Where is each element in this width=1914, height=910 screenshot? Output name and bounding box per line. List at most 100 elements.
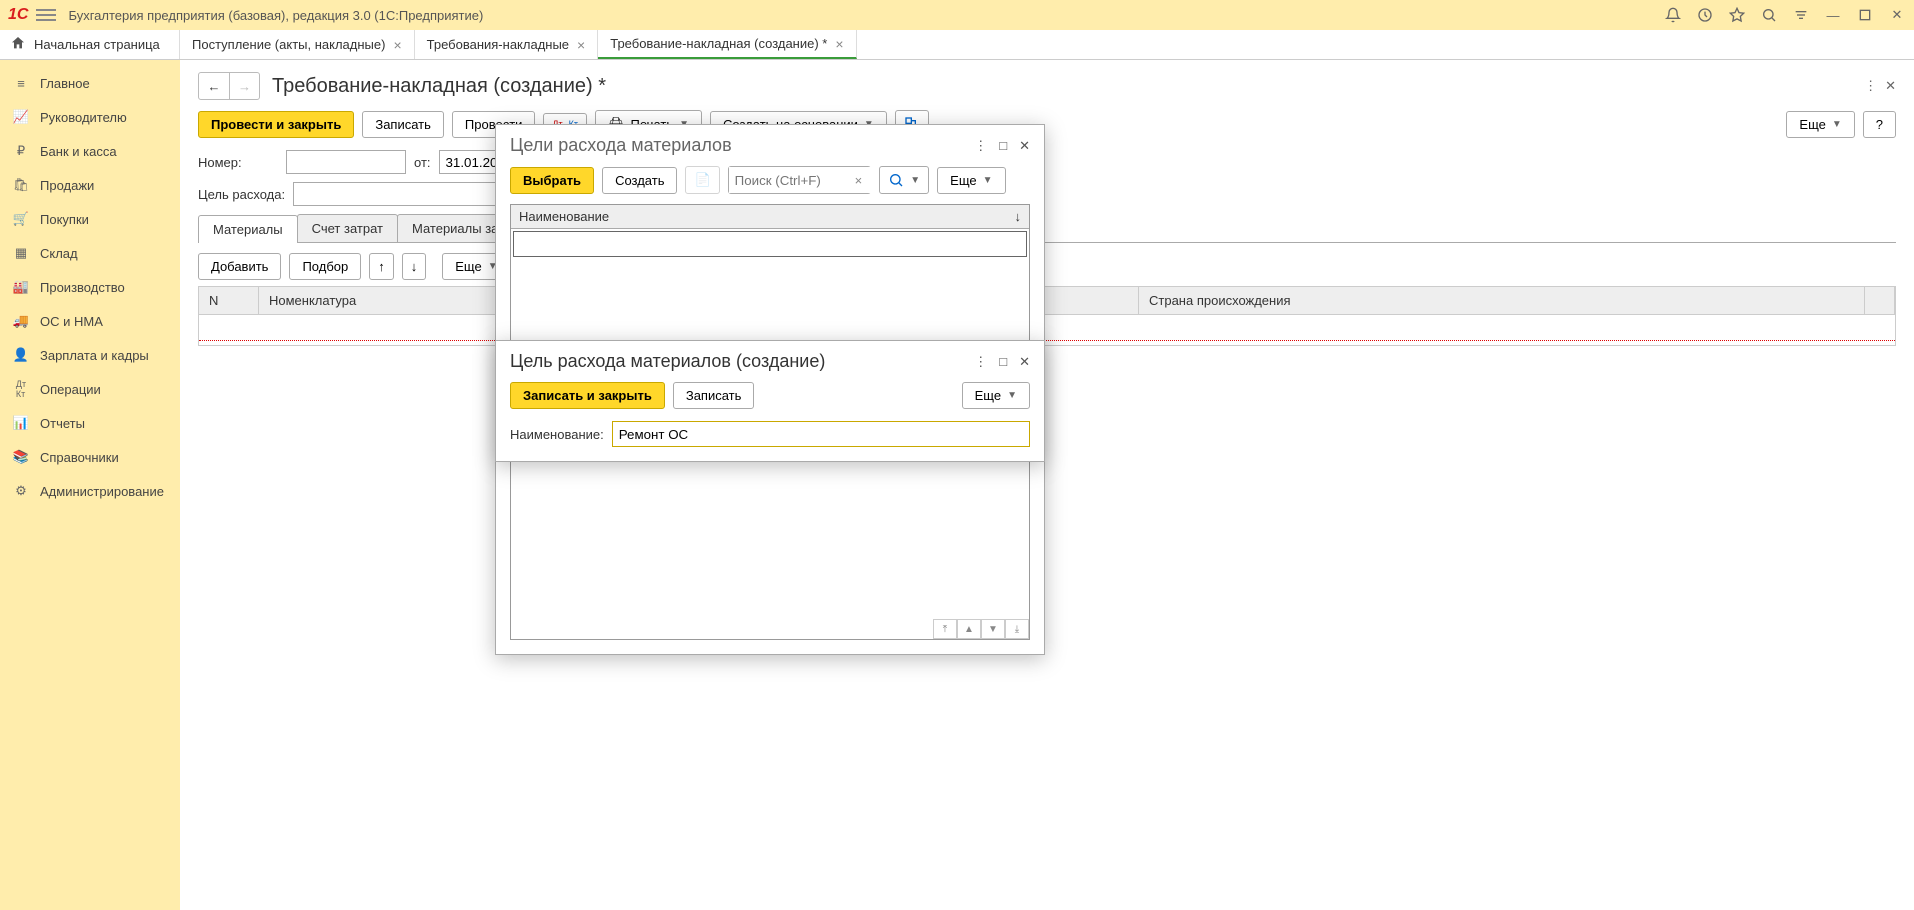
save-and-close-button[interactable]: Записать и закрыть [510,382,665,409]
nav-arrows: ← → [198,72,260,100]
post-and-close-button[interactable]: Провести и закрыть [198,111,354,138]
purpose-label: Цель расхода: [198,187,285,202]
table-selected-row[interactable] [513,231,1027,257]
sidebar-item-main[interactable]: ≡ Главное [0,66,180,100]
copy-button[interactable]: 📄 [685,166,719,194]
pick-button[interactable]: Подбор [289,253,361,280]
table-nav: ⤒ ▲ ▼ ⤓ [933,619,1029,639]
nav-up-icon[interactable]: ▲ [957,619,981,639]
titlebar-actions: — ✕ [1664,6,1906,24]
move-up-button[interactable]: ↑ [369,253,394,280]
page-title: Требование-накладная (создание) * [272,75,1852,98]
sidebar-item-production[interactable]: 🏭Производство [0,270,180,304]
sidebar: ≡ Главное 📈 Руководителю ₽Банк и касса 🛍Пр… [0,60,180,910]
chart-icon: 📈 [12,108,30,126]
sidebar-item-operations[interactable]: ДтКт Операции [0,372,180,406]
hamburger-icon[interactable] [36,9,56,21]
dtct-icon: ДтКт [12,380,30,398]
tabs-bar: Начальная страница Поступление (акты, на… [0,30,1914,60]
dialog2-more-button[interactable]: Еще▼ [962,382,1030,409]
titlebar: 1С Бухгалтерия предприятия (базовая), ре… [0,0,1914,30]
sidebar-item-manager[interactable]: 📈 Руководителю [0,100,180,134]
maximize-icon[interactable] [1856,6,1874,24]
sidebar-item-purchases[interactable]: 🛒 Покупки [0,202,180,236]
tab-requirements[interactable]: Требования-накладные × [415,30,599,59]
sidebar-item-reports[interactable]: 📊Отчеты [0,406,180,440]
nav-first-icon[interactable]: ⤒ [933,619,957,639]
sidebar-item-label: Руководителю [40,110,127,125]
dialog-close-icon[interactable]: ✕ [1019,138,1030,154]
dialog2-kebab-icon[interactable]: ⋮ [974,354,987,370]
move-down-button[interactable]: ↓ [402,253,427,280]
app-logo: 1С [8,6,28,24]
truck-icon: 🚚 [12,312,30,330]
dialog-title: Цели расхода материалов [510,135,974,156]
content: ← → Требование-накладная (создание) * ⋮ … [180,60,1914,910]
home-tab[interactable]: Начальная страница [0,30,180,59]
tab-label: Поступление (акты, накладные) [192,37,385,52]
save-button[interactable]: Записать [362,111,444,138]
create-button[interactable]: Создать [602,167,677,194]
book-icon: 📚 [12,448,30,466]
sidebar-item-warehouse[interactable]: ▦Склад [0,236,180,270]
col-country: Страна происхождения [1139,287,1865,314]
sidebar-item-label: Банк и касса [40,144,117,159]
nav-down-icon[interactable]: ▼ [981,619,1005,639]
tab-requirement-create[interactable]: Требование-накладная (создание) * × [598,30,856,59]
minimize-icon[interactable]: — [1824,6,1842,24]
search-button[interactable]: ▼ [879,166,929,194]
sidebar-item-assets[interactable]: 🚚 ОС и НМА [0,304,180,338]
nav-last-icon[interactable]: ⤓ [1005,619,1029,639]
dialog-maximize-icon[interactable]: □ [999,138,1007,154]
dialog2-close-icon[interactable]: ✕ [1019,354,1030,370]
star-icon[interactable] [1728,6,1746,24]
subtab-materials[interactable]: Материалы [198,215,298,243]
select-button[interactable]: Выбрать [510,167,594,194]
close-page-icon[interactable]: ✕ [1885,78,1896,94]
sidebar-item-label: Зарплата и кадры [40,348,149,363]
dialog2-maximize-icon[interactable]: □ [999,354,1007,370]
sidebar-item-salary[interactable]: 👤Зарплата и кадры [0,338,180,372]
sidebar-item-label: Главное [40,76,90,91]
bell-icon[interactable] [1664,6,1682,24]
home-tab-label: Начальная страница [34,37,160,52]
sidebar-item-label: Операции [40,382,101,397]
settings-icon[interactable] [1792,6,1810,24]
sidebar-item-label: ОС и НМА [40,314,103,329]
more-button[interactable]: Еще▼ [1786,111,1854,138]
col-name: Наименование [519,209,609,224]
search-clear-icon[interactable]: × [855,173,871,188]
tab-receipts[interactable]: Поступление (акты, накладные) × [180,30,415,59]
dialog-more-button[interactable]: Еще▼ [937,167,1005,194]
name-input[interactable] [612,421,1030,447]
sidebar-item-bank[interactable]: ₽Банк и касса [0,134,180,168]
tab-close-icon[interactable]: × [835,36,843,52]
forward-button[interactable]: → [229,73,259,99]
number-input[interactable] [286,150,406,174]
add-button[interactable]: Добавить [198,253,281,280]
dialog-kebab-icon[interactable]: ⋮ [974,138,987,154]
search-icon[interactable] [1760,6,1778,24]
tab-close-icon[interactable]: × [393,37,401,53]
save-button-dialog[interactable]: Записать [673,382,755,409]
sidebar-item-admin[interactable]: ⚙Администрирование [0,474,180,508]
sidebar-item-catalogs[interactable]: 📚Справочники [0,440,180,474]
sidebar-item-label: Администрирование [40,484,164,499]
subtab-cost-account[interactable]: Счет затрат [297,214,398,242]
back-button[interactable]: ← [199,73,229,99]
sidebar-item-label: Покупки [40,212,89,227]
col-extra [1865,287,1895,314]
menu-icon: ≡ [12,74,30,92]
help-button[interactable]: ? [1863,111,1896,138]
kebab-icon[interactable]: ⋮ [1864,78,1877,94]
close-icon[interactable]: ✕ [1888,6,1906,24]
factory-icon: 🏭 [12,278,30,296]
empty-row[interactable] [199,315,1895,341]
sort-icon[interactable]: ↓ [1015,209,1022,224]
sidebar-item-sales[interactable]: 🛍Продажи [0,168,180,202]
history-icon[interactable] [1696,6,1714,24]
sidebar-item-label: Склад [40,246,78,261]
page-toolbar: Провести и закрыть Записать Провести ДтК… [198,110,1896,138]
tab-close-icon[interactable]: × [577,37,585,53]
cart-icon: 🛒 [12,210,30,228]
